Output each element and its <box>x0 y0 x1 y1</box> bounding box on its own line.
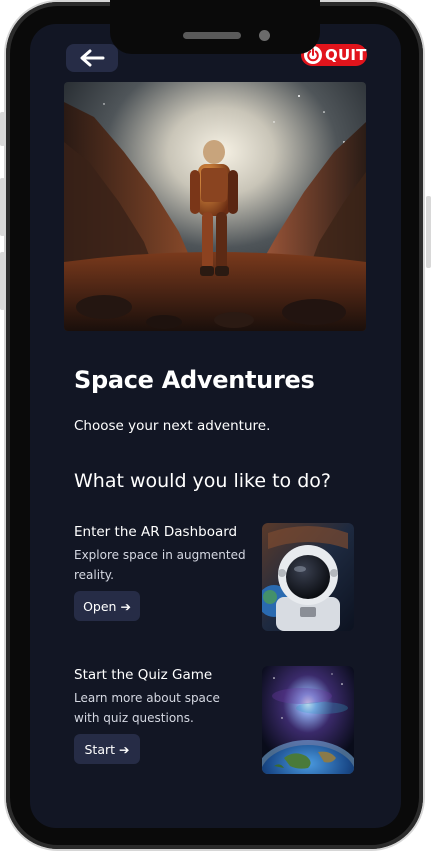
start-button[interactable]: Start ➔ <box>74 734 140 764</box>
page-title: Space Adventures <box>74 366 315 394</box>
phone-notch <box>110 0 320 54</box>
page-subtitle: Choose your next adventure. <box>74 418 271 434</box>
astronaut-helmet-image <box>262 523 354 631</box>
earpiece-speaker <box>183 32 241 39</box>
volume-down-button <box>0 252 5 310</box>
arrow-left-icon <box>79 49 105 67</box>
open-button[interactable]: Open ➔ <box>74 591 140 621</box>
volume-up-button <box>0 178 5 236</box>
ar-dashboard-description: Explore space in augmented reality. <box>74 548 246 582</box>
hero-image-astronaut <box>64 82 366 331</box>
front-camera <box>259 30 270 41</box>
power-side-button <box>426 196 431 268</box>
mute-switch <box>0 112 5 146</box>
back-button[interactable] <box>66 44 118 72</box>
earth-from-space-image <box>262 666 354 774</box>
section-question: What would you like to do? <box>74 470 331 492</box>
quiz-game-title: Start the Quiz Game <box>74 667 213 683</box>
ar-dashboard-title: Enter the AR Dashboard <box>74 524 238 540</box>
quit-label: QUIT <box>325 46 367 64</box>
quiz-game-description: Learn more about space with quiz questio… <box>74 691 220 725</box>
